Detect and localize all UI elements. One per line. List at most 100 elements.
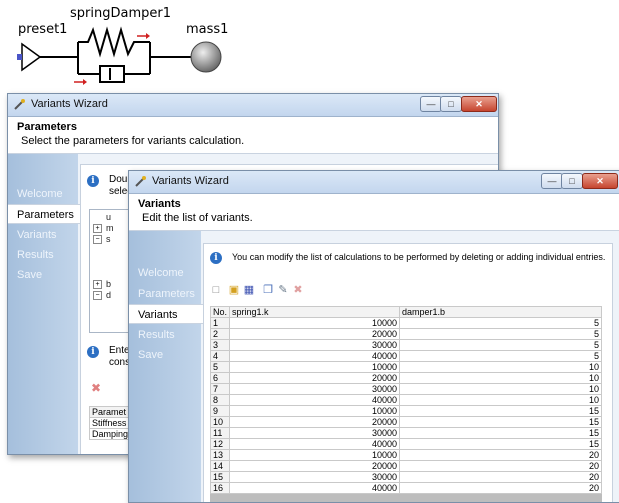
table-row[interactable]: 3 30000 5 [209,339,602,351]
damper-icon [99,65,125,83]
row-number: 9 [209,405,231,417]
close-button[interactable]: ✕ [461,96,497,112]
spring-k-cell[interactable]: 30000 [229,383,401,395]
col-header-damper-b[interactable]: damper1.b [399,306,602,318]
damper-b-cell[interactable]: 15 [399,427,602,439]
table-row[interactable]: 2 20000 5 [209,328,602,340]
nav-results[interactable]: Results [129,325,201,345]
tree-node[interactable]: m [106,223,114,233]
delete-icon[interactable]: ✖ [91,381,101,395]
nav-save[interactable]: Save [129,345,201,365]
damper-b-cell[interactable]: 20 [399,482,602,494]
spring-k-cell[interactable]: 10000 [229,317,401,329]
spring-k-cell[interactable]: 10000 [229,361,401,373]
wizard-nav: Welcome Parameters Variants Results Save [129,231,203,502]
row-number: 14 [209,460,231,472]
table-row[interactable]: 12 40000 15 [209,438,602,450]
tree-node[interactable]: s [106,234,111,244]
info-icon: i [87,346,99,358]
spring-k-cell[interactable]: 10000 [229,449,401,461]
spring-k-cell[interactable]: 20000 [229,328,401,340]
table-row[interactable]: 1 10000 5 [209,317,602,329]
delete-icon[interactable]: ✖ [292,284,304,296]
tree-node[interactable]: b [106,279,111,289]
minimize-button[interactable]: — [420,96,442,112]
open-folder-icon[interactable]: ▣ [228,284,240,296]
nav-variants[interactable]: Variants [129,304,203,324]
nav-parameters[interactable]: Parameters [129,284,201,304]
titlebar: Variants Wizard — □ ✕ [129,171,619,194]
row-number: 16 [209,482,231,494]
variants-table: No. spring1.k damper1.b 1 10000 5 2 20000 5 3 3… [209,306,602,494]
damper-b-cell[interactable]: 15 [399,405,602,417]
col-header-spring-k[interactable]: spring1.k [229,306,401,318]
nav-results[interactable]: Results [8,245,78,265]
damper-b-cell[interactable]: 15 [399,438,602,450]
damper-b-cell[interactable]: 10 [399,394,602,406]
spring-k-cell[interactable]: 30000 [229,427,401,439]
damper-b-cell[interactable]: 5 [399,350,602,362]
spring-k-cell[interactable]: 20000 [229,416,401,428]
table-row[interactable]: 4 40000 5 [209,350,602,362]
spring-k-cell[interactable]: 20000 [229,460,401,472]
nav-welcome[interactable]: Welcome [8,184,78,204]
spring-k-cell[interactable]: 40000 [229,438,401,450]
col-header-no[interactable]: No. [209,306,231,318]
nav-save[interactable]: Save [8,265,78,285]
close-button[interactable]: ✕ [582,173,618,189]
maximize-button[interactable]: □ [561,173,583,189]
damper-b-cell[interactable]: 5 [399,339,602,351]
table-row[interactable]: 14 20000 20 [209,460,602,472]
spring-k-cell[interactable]: 30000 [229,339,401,351]
table-row[interactable]: 10 20000 15 [209,416,602,428]
header-title: Parameters [17,121,77,133]
tree-node[interactable]: u [106,212,111,222]
spring-k-cell[interactable]: 40000 [229,350,401,362]
row-number: 15 [209,471,231,483]
damper-b-cell[interactable]: 20 [399,471,602,483]
damper-b-cell[interactable]: 5 [399,317,602,329]
damper-b-cell[interactable]: 10 [399,372,602,384]
expand-icon[interactable]: + [93,224,102,233]
wizard-header: Parameters Select the parameters for var… [8,117,498,154]
new-icon[interactable]: □ [210,284,222,296]
table-row[interactable]: 16 40000 20 [209,482,602,494]
table-row[interactable]: 9 10000 15 [209,405,602,417]
nav-welcome[interactable]: Welcome [129,263,201,283]
variants-panel: i You can modify the list of calculation… [203,243,613,502]
table-row[interactable]: 5 10000 10 [209,361,602,373]
table-row[interactable]: 15 30000 20 [209,471,602,483]
paste-icon[interactable]: ✎ [277,284,289,296]
model-diagram: springDamper1 preset1 mass1 [0,0,619,100]
spring-k-cell[interactable]: 40000 [229,482,401,494]
spring-k-cell[interactable]: 10000 [229,405,401,417]
spring-k-cell[interactable]: 40000 [229,394,401,406]
info-icon: i [210,252,222,264]
collapse-icon[interactable]: − [93,291,102,300]
nav-parameters[interactable]: Parameters [8,204,80,224]
nav-variants[interactable]: Variants [8,225,78,245]
damper-b-cell[interactable]: 15 [399,416,602,428]
damper-b-cell[interactable]: 10 [399,383,602,395]
table-row[interactable]: 7 30000 10 [209,383,602,395]
table-row[interactable]: 11 30000 15 [209,427,602,439]
spring-k-cell[interactable]: 30000 [229,471,401,483]
damper-b-cell[interactable]: 10 [399,361,602,373]
damper-b-cell[interactable]: 20 [399,449,602,461]
copy-icon[interactable]: ❐ [262,284,274,296]
maximize-button[interactable]: □ [440,96,462,112]
minimize-button[interactable]: — [541,173,563,189]
spring-k-cell[interactable]: 20000 [229,372,401,384]
damper-b-cell[interactable]: 5 [399,328,602,340]
damper-b-cell[interactable]: 20 [399,460,602,472]
expand-icon[interactable]: + [93,280,102,289]
row-number: 6 [209,372,231,384]
wizard-nav: Welcome Parameters Variants Results Save [8,154,80,454]
table-row[interactable]: 13 10000 20 [209,449,602,461]
table-row[interactable]: 6 20000 10 [209,372,602,384]
save-icon[interactable]: ▦ [243,284,255,296]
window-title: Variants Wizard [31,98,108,110]
collapse-icon[interactable]: − [93,235,102,244]
table-row[interactable]: 8 40000 10 [209,394,602,406]
tree-node[interactable]: d [106,290,111,300]
